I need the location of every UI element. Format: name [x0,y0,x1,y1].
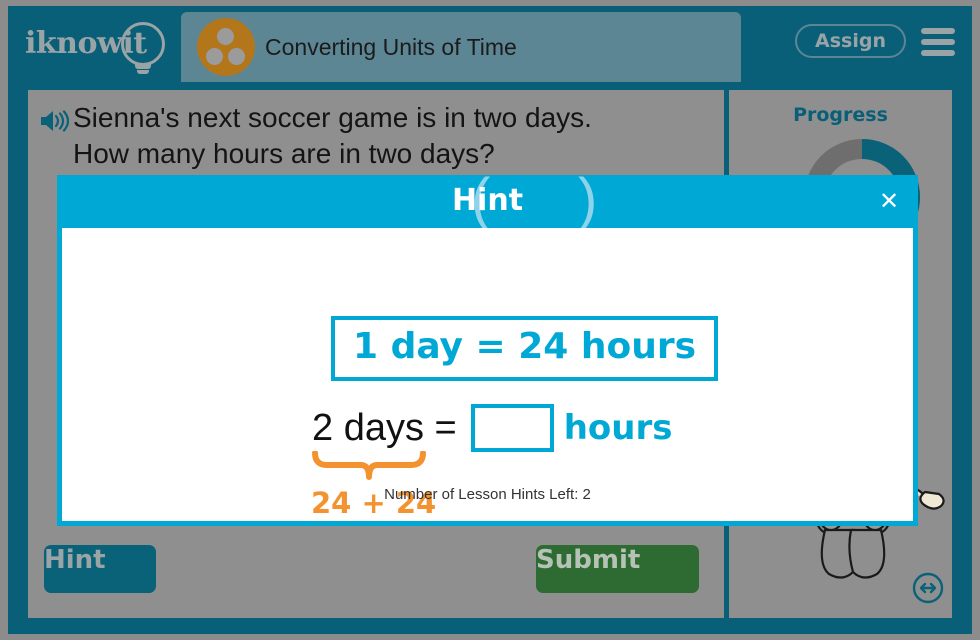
close-icon[interactable]: ✕ [874,187,904,217]
hint-dialog: ( ) Hint ✕ 1 day = 24 hours 2 days = hou… [57,171,918,526]
speaker-audio-icon[interactable] [39,109,70,133]
lesson-title: Converting Units of Time [265,34,517,60]
assign-button[interactable]: Assign [795,24,906,58]
avatar-dot-right [228,48,245,65]
menu-bar-3 [921,50,955,56]
hamburger-menu-icon[interactable] [921,28,955,56]
hint-worked-example: 2 days = hours [312,400,673,456]
hint-button[interactable]: Hint [44,545,156,593]
menu-bar-1 [921,28,955,34]
lesson-title-plate: Converting Units of Time [181,12,741,82]
menu-bar-2 [921,39,955,45]
hint-dialog-title: Hint [451,183,524,218]
lightbulb-base2-icon [137,70,149,74]
avatar-dot-top [217,28,234,45]
hints-left-text: Number of Lesson Hints Left: 2 [384,486,591,503]
hint-dialog-body: 1 day = 24 hours 2 days = hours 24 + 24 … [62,228,913,521]
question-line-1: Sienna's next soccer game is in two days… [73,102,592,133]
app-frame: iknowit Converting Units of Time Assign [8,6,972,634]
hint-worked-lhs: 2 days = [312,406,457,449]
progress-label: Progress [793,104,888,126]
hint-dialog-header: ( ) Hint ✕ [57,171,918,229]
question-text: Sienna's next soccer game is in two days… [73,100,713,172]
iknowit-logo[interactable]: iknowit [25,18,175,74]
lightbulb-icon [121,22,165,66]
hint-unit-label: hours [563,408,673,448]
lightbulb-base-icon [135,64,151,69]
resize-horizontal-icon[interactable] [912,572,944,604]
question-line-2: How many hours are in two days? [73,138,495,169]
hint-answer-blank[interactable] [470,404,554,452]
avatar-dot-left [206,48,223,65]
app-header: iknowit Converting Units of Time Assign [8,6,972,82]
submit-button[interactable]: Submit [536,545,699,593]
hint-dialog-title-wrap: ( ) Hint [57,171,918,229]
three-dots-avatar-icon [197,18,255,76]
hint-conversion-fact: 1 day = 24 hours [331,316,719,381]
curly-brace-icon [311,450,427,481]
